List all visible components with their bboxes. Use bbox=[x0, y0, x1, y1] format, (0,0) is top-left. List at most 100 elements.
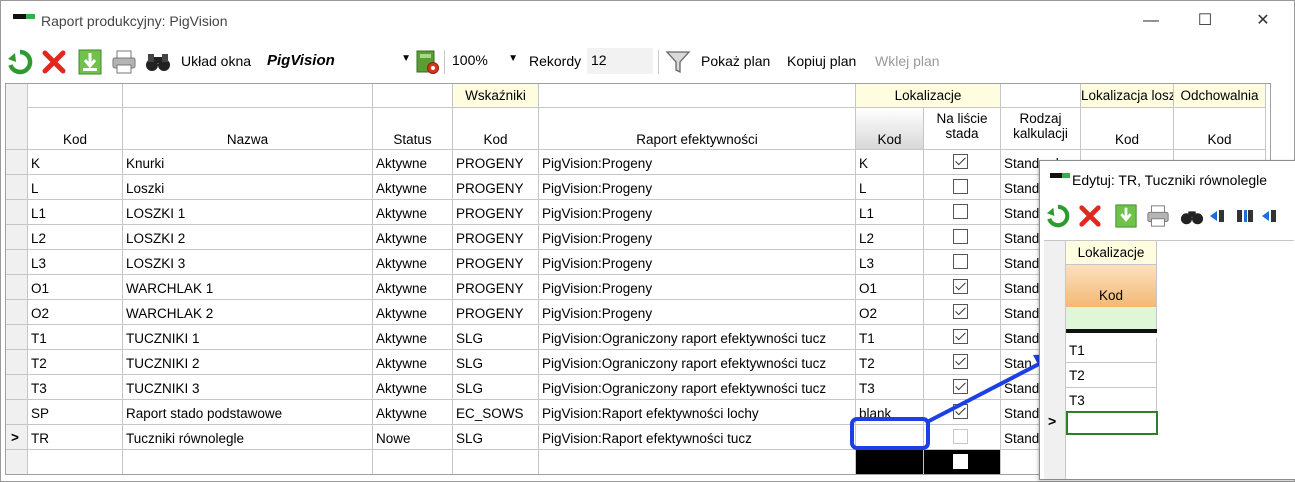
cell-nazwa[interactable]: LOSZKI 2 bbox=[123, 225, 373, 250]
cell-indicator[interactable]: PROGENY bbox=[453, 275, 539, 300]
cell-status[interactable]: Aktywne bbox=[373, 150, 453, 175]
cell-on-list[interactable] bbox=[924, 225, 1001, 250]
cell-location[interactable]: T3 bbox=[856, 375, 924, 400]
cell-status[interactable]: Aktywne bbox=[373, 175, 453, 200]
cell-location[interactable]: L bbox=[856, 175, 924, 200]
new-row-cell[interactable] bbox=[539, 450, 856, 474]
on-list-checkbox[interactable] bbox=[953, 154, 968, 169]
cell-report[interactable]: PigVision:Progeny bbox=[539, 225, 856, 250]
filter-icon[interactable] bbox=[665, 49, 691, 75]
binoculars-icon[interactable] bbox=[145, 49, 171, 75]
column-header-rearing-kod[interactable]: Kod bbox=[1174, 108, 1266, 150]
move-left-icon[interactable] bbox=[1208, 207, 1226, 225]
row-header[interactable] bbox=[6, 325, 28, 350]
cell-location[interactable]: O2 bbox=[856, 300, 924, 325]
cell-status[interactable]: Aktywne bbox=[373, 250, 453, 275]
print-icon[interactable] bbox=[1146, 204, 1170, 228]
cell-report[interactable]: PigVision:Progeny bbox=[539, 175, 856, 200]
cell-kod[interactable]: O1 bbox=[28, 275, 123, 300]
popup-filter-row[interactable] bbox=[1066, 307, 1157, 329]
column-header-sow-kod[interactable]: Kod bbox=[1081, 108, 1174, 150]
cell-on-list[interactable] bbox=[924, 275, 1001, 300]
row-header[interactable] bbox=[6, 300, 28, 325]
new-row-cell[interactable] bbox=[453, 450, 539, 474]
row-header[interactable] bbox=[6, 250, 28, 275]
new-row-cell[interactable] bbox=[373, 450, 453, 474]
cell-indicator[interactable]: EC_SOWS bbox=[453, 400, 539, 425]
cell-on-list[interactable] bbox=[924, 200, 1001, 225]
print-icon[interactable] bbox=[111, 49, 137, 75]
save-icon[interactable] bbox=[77, 49, 103, 75]
cell-report[interactable]: PigVision:Raport efektywności tucz bbox=[539, 425, 856, 450]
cell-kod[interactable]: T2 bbox=[28, 350, 123, 375]
cell-indicator[interactable]: PROGENY bbox=[453, 300, 539, 325]
cell-indicator[interactable]: SLG bbox=[453, 325, 539, 350]
cell-status[interactable]: Aktywne bbox=[373, 400, 453, 425]
column-header-on-herd-list[interactable]: Na liście stada bbox=[924, 108, 1001, 150]
cell-nazwa[interactable]: Tuczniki równolegle bbox=[123, 425, 373, 450]
cell-status[interactable]: Aktywne bbox=[373, 350, 453, 375]
cell-report[interactable]: PigVision:Progeny bbox=[539, 200, 856, 225]
cell-indicator[interactable]: PROGENY bbox=[453, 150, 539, 175]
layout-settings-icon[interactable] bbox=[414, 49, 440, 75]
cell-on-list[interactable] bbox=[924, 150, 1001, 175]
cell-status[interactable]: Aktywne bbox=[373, 375, 453, 400]
row-header[interactable] bbox=[6, 175, 28, 200]
cell-indicator[interactable]: PROGENY bbox=[453, 225, 539, 250]
cell-indicator[interactable]: SLG bbox=[453, 425, 539, 450]
on-list-checkbox[interactable] bbox=[953, 204, 968, 219]
cell-nazwa[interactable]: LOSZKI 1 bbox=[123, 200, 373, 225]
cell-indicator[interactable]: PROGENY bbox=[453, 200, 539, 225]
row-header[interactable] bbox=[6, 150, 28, 175]
cell-on-list[interactable] bbox=[924, 250, 1001, 275]
on-list-checkbox[interactable] bbox=[953, 329, 968, 344]
cell-report[interactable]: PigVision:Progeny bbox=[539, 250, 856, 275]
cell-nazwa[interactable]: Raport stado podstawowe bbox=[123, 400, 373, 425]
row-header[interactable] bbox=[6, 400, 28, 425]
popup-new-row-input[interactable] bbox=[1066, 411, 1158, 435]
cell-location[interactable]: T2 bbox=[856, 350, 924, 375]
new-row-checkbox[interactable] bbox=[953, 454, 968, 469]
cell-kod[interactable]: K bbox=[28, 150, 123, 175]
on-list-checkbox[interactable] bbox=[953, 254, 968, 269]
refresh-icon[interactable] bbox=[7, 49, 33, 75]
row-header[interactable] bbox=[6, 375, 28, 400]
cell-kod[interactable]: SP bbox=[28, 400, 123, 425]
cell-report[interactable]: PigVision:Progeny bbox=[539, 275, 856, 300]
popup-location-row[interactable]: T2 bbox=[1066, 363, 1157, 388]
cell-indicator[interactable]: PROGENY bbox=[453, 250, 539, 275]
minimize-button[interactable]: — bbox=[1141, 11, 1161, 31]
delete-icon[interactable] bbox=[1078, 204, 1102, 228]
copy-plan-button[interactable]: Kopiuj plan bbox=[787, 53, 856, 69]
row-header[interactable] bbox=[6, 350, 28, 375]
cell-report[interactable]: PigVision:Progeny bbox=[539, 300, 856, 325]
cell-location[interactable]: T1 bbox=[856, 325, 924, 350]
cell-location[interactable]: L2 bbox=[856, 225, 924, 250]
cell-kod[interactable]: T1 bbox=[28, 325, 123, 350]
cell-status[interactable]: Aktywne bbox=[373, 200, 453, 225]
cell-indicator[interactable]: PROGENY bbox=[453, 175, 539, 200]
cell-location[interactable]: K bbox=[856, 150, 924, 175]
row-header[interactable] bbox=[6, 200, 28, 225]
cell-on-list[interactable] bbox=[924, 300, 1001, 325]
move-right-icon[interactable] bbox=[1260, 207, 1278, 225]
cell-report[interactable]: PigVision:Ograniczony raport efektywnośc… bbox=[539, 375, 856, 400]
cell-nazwa[interactable]: WARCHLAK 1 bbox=[123, 275, 373, 300]
cell-location[interactable]: O1 bbox=[856, 275, 924, 300]
cell-report[interactable]: PigVision:Ograniczony raport efektywnośc… bbox=[539, 325, 856, 350]
cell-nazwa[interactable]: Loszki bbox=[123, 175, 373, 200]
columns-icon[interactable] bbox=[1236, 207, 1254, 225]
cell-report[interactable]: PigVision:Raport efektywności lochy bbox=[539, 400, 856, 425]
save-icon[interactable] bbox=[1114, 204, 1138, 228]
binoculars-icon[interactable] bbox=[1180, 204, 1204, 228]
cell-status[interactable]: Aktywne bbox=[373, 325, 453, 350]
cell-status[interactable]: Aktywne bbox=[373, 300, 453, 325]
cell-location[interactable]: L3 bbox=[856, 250, 924, 275]
popup-column-header-kod[interactable]: Kod bbox=[1066, 265, 1157, 307]
cell-nazwa[interactable]: WARCHLAK 2 bbox=[123, 300, 373, 325]
cell-report[interactable]: PigVision:Ograniczony raport efektywnośc… bbox=[539, 350, 856, 375]
layout-combo[interactable]: PigVision ▼ bbox=[261, 48, 413, 74]
cell-nazwa[interactable]: Knurki bbox=[123, 150, 373, 175]
column-header-kod[interactable]: Kod bbox=[28, 108, 123, 150]
new-row-cell[interactable] bbox=[856, 450, 924, 474]
